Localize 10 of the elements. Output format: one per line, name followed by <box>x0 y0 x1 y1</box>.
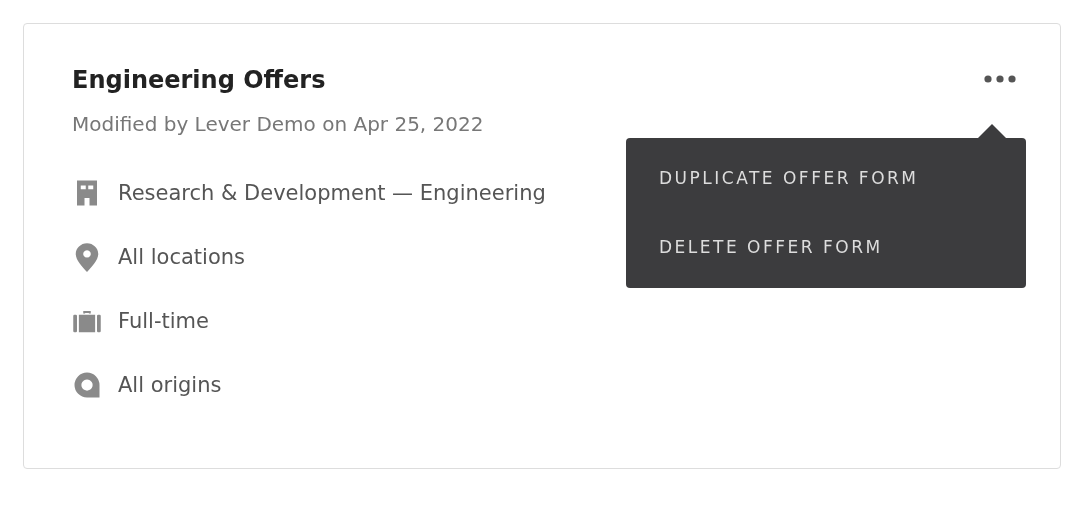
menu-item[interactable]: DUPLICATE OFFER FORM <box>626 156 1026 201</box>
modified-text: Modified by Lever Demo on Apr 25, 2022 <box>72 111 484 138</box>
detail-text: Full-time <box>118 309 209 333</box>
card-title: Engineering Offers <box>72 65 327 96</box>
more-icon <box>984 75 1016 83</box>
detail-text: Research & Development — Engineering <box>118 181 546 205</box>
detail-text: All origins <box>118 373 222 397</box>
detail-text: All locations <box>118 245 245 269</box>
menu-item[interactable]: DELETE OFFER FORM <box>626 225 1026 270</box>
chat-bubble-icon <box>72 370 102 400</box>
